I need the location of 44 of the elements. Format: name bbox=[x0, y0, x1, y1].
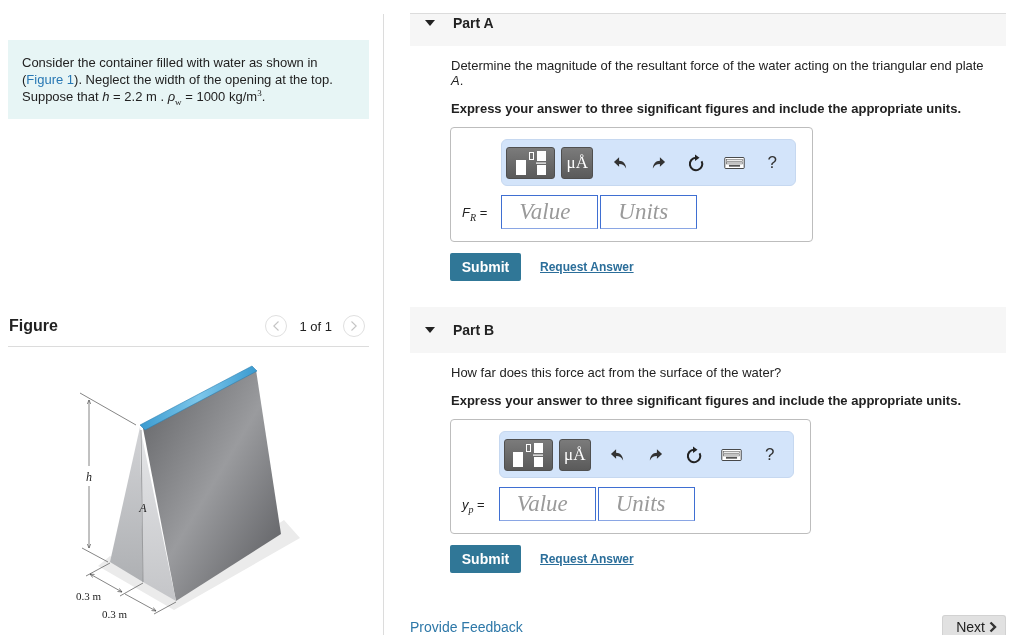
keyboard-icon bbox=[723, 156, 745, 169]
redo-icon bbox=[648, 447, 664, 462]
help-button[interactable]: ? bbox=[753, 146, 792, 179]
request-answer-link[interactable]: Request Answer bbox=[540, 260, 634, 274]
problem-text: Consider the container filled with water as shown in (Figure 1). Neglect the width of the opening at the top. Suppose that h = 2.2 m . ρ$_{w}$ = 1000 kg/m$^{3}$. bbox=[22, 54, 334, 105]
redo-icon bbox=[650, 155, 666, 170]
submit-button[interactable]: Submit bbox=[450, 545, 521, 573]
figure-page-count: 1 of 1 bbox=[299, 318, 332, 334]
part-header[interactable]: Part A bbox=[410, 14, 1006, 46]
question-text: Determine the magnitude of the resultant force of the water acting on the triangular end plate A. bbox=[451, 58, 985, 88]
question-text: How far does this force act from the surface of the water? bbox=[451, 365, 782, 380]
undo-icon bbox=[612, 155, 628, 170]
value-input[interactable]: Value bbox=[498, 487, 596, 521]
dimension-label: 0.3 m bbox=[102, 608, 128, 620]
template-icon bbox=[515, 150, 546, 175]
dimension-label: h bbox=[86, 470, 92, 484]
units-button[interactable]: μÅ bbox=[561, 146, 594, 179]
next-button[interactable]: Next bbox=[942, 615, 1006, 635]
chevron-right-icon bbox=[989, 620, 997, 633]
instruction-text: Express your answer to three significant figures and include the appropriate units. bbox=[451, 393, 961, 408]
units-input[interactable]: Units bbox=[597, 487, 695, 521]
provide-feedback-link[interactable]: Provide Feedback bbox=[410, 619, 523, 635]
plate-label: A bbox=[139, 501, 147, 515]
figure-link[interactable]: Figure 1 bbox=[26, 72, 75, 87]
answer-label: F$_{R}$ = bbox=[462, 204, 488, 220]
templates-button[interactable] bbox=[503, 438, 553, 471]
request-answer-link[interactable]: Request Answer bbox=[540, 552, 634, 566]
templates-button[interactable] bbox=[506, 146, 556, 179]
instruction-text: Express your answer to three significant figures and include the appropriate units. bbox=[451, 101, 961, 116]
submit-button[interactable]: Submit bbox=[450, 253, 521, 281]
keyboard-icon bbox=[721, 448, 743, 461]
figure-heading: Figure bbox=[9, 316, 58, 336]
part-header[interactable]: Part B bbox=[410, 307, 1006, 353]
dimension-label: 0.3 m bbox=[76, 590, 102, 602]
template-icon bbox=[513, 442, 544, 467]
undo-icon bbox=[610, 447, 626, 462]
help-button[interactable]: ? bbox=[750, 438, 789, 471]
reset-icon bbox=[684, 445, 703, 464]
reset-icon bbox=[687, 153, 706, 172]
units-input[interactable]: Units bbox=[600, 195, 698, 229]
units-button[interactable]: μÅ bbox=[558, 438, 591, 471]
chevron-right-icon bbox=[351, 321, 357, 331]
value-input[interactable]: Value bbox=[501, 195, 599, 229]
chevron-left-icon bbox=[273, 321, 280, 331]
